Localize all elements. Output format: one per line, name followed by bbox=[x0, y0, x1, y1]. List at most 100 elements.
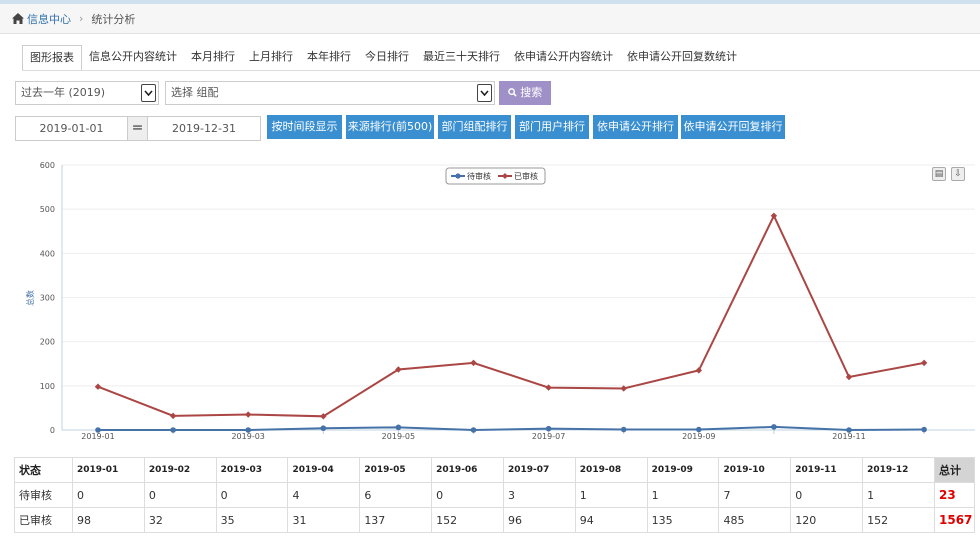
month-header: 2019-03 bbox=[215, 457, 289, 483]
data-point bbox=[470, 427, 477, 433]
row-total: 23 bbox=[934, 482, 975, 508]
table-cell: 98 bbox=[72, 507, 145, 533]
breadcrumb-current: 统计分析 bbox=[91, 12, 136, 26]
x-tick-label: 2019-09 bbox=[682, 432, 715, 441]
legend-label-approved: 已审核 bbox=[514, 171, 538, 181]
print-icon[interactable]: ▤ bbox=[932, 167, 946, 181]
start-date-input[interactable]: 2019-01-01 bbox=[15, 116, 128, 141]
table-row: 待审核 0 0 0 4 6 0 3 1 1 7 0 1 23 bbox=[14, 482, 975, 508]
table-cell: 3 bbox=[502, 482, 576, 508]
row-label: 已审核 bbox=[14, 507, 73, 533]
tab-today[interactable]: 今日排行 bbox=[358, 45, 416, 71]
table-cell: 1 bbox=[646, 482, 720, 508]
table-cell: 1 bbox=[862, 482, 935, 508]
department-group-ranking-button[interactable]: 部门组配排行 bbox=[438, 115, 511, 139]
request-reply-ranking-button[interactable]: 依申请公开回复排行 bbox=[681, 115, 785, 139]
month-header: 2019-07 bbox=[502, 457, 576, 483]
data-point bbox=[170, 427, 176, 433]
data-point bbox=[169, 412, 177, 420]
department-user-ranking-button[interactable]: 部门用户排行 bbox=[515, 115, 589, 139]
y-tick-label: 600 bbox=[40, 161, 55, 170]
report-tabs: 图形报表 信息公开内容统计 本月排行 上月排行 本年排行 今日排行 最近三十天排… bbox=[22, 45, 744, 71]
month-header: 2019-08 bbox=[574, 457, 648, 483]
search-icon bbox=[507, 88, 517, 97]
table-cell: 485 bbox=[718, 507, 792, 533]
date-range-separator: = bbox=[127, 116, 148, 141]
row-label: 待审核 bbox=[14, 482, 73, 508]
data-point bbox=[94, 383, 102, 390]
table-cell: 6 bbox=[359, 482, 433, 508]
data-point bbox=[95, 427, 101, 433]
row-total: 1567 bbox=[934, 507, 975, 533]
group-select[interactable]: 选择 组配 bbox=[165, 81, 495, 105]
data-point bbox=[845, 373, 853, 381]
data-point bbox=[771, 424, 777, 430]
y-tick-label: 0 bbox=[50, 426, 55, 435]
period-select[interactable]: 过去一年 (2019) bbox=[15, 81, 159, 105]
tab-last-30-days[interactable]: 最近三十天排行 bbox=[416, 45, 507, 71]
table-cell: 0 bbox=[72, 482, 145, 508]
download-icon[interactable]: ⇩ bbox=[951, 167, 965, 181]
tab-last-month[interactable]: 上月排行 bbox=[242, 45, 300, 71]
data-point bbox=[695, 367, 702, 374]
data-point bbox=[920, 359, 928, 367]
table-cell: 1 bbox=[574, 482, 648, 508]
tab-this-year[interactable]: 本年排行 bbox=[300, 45, 358, 71]
table-header-row: 状态 2019-01 2019-02 2019-03 2019-04 2019-… bbox=[14, 457, 975, 483]
month-header: 2019-02 bbox=[143, 457, 217, 483]
table-cell: 152 bbox=[862, 507, 935, 533]
search-button-label: 搜索 bbox=[520, 86, 543, 99]
x-tick-label: 2019-05 bbox=[382, 432, 415, 441]
group-select-placeholder: 选择 组配 bbox=[171, 86, 219, 99]
x-tick-label: 2019-11 bbox=[832, 432, 865, 441]
y-tick-label: 500 bbox=[40, 205, 55, 214]
data-point bbox=[770, 212, 778, 219]
breadcrumb-chevron-icon: › bbox=[79, 12, 84, 25]
table-cell: 96 bbox=[502, 507, 576, 533]
x-tick-label: 2019-03 bbox=[231, 432, 264, 441]
data-point bbox=[245, 411, 252, 418]
x-tick-label: 2019-01 bbox=[81, 432, 114, 441]
request-ranking-button[interactable]: 依申请公开排行 bbox=[593, 115, 678, 139]
table-cell: 137 bbox=[359, 507, 433, 533]
legend-label-pending: 待审核 bbox=[467, 171, 491, 181]
tab-content-stats[interactable]: 信息公开内容统计 bbox=[82, 45, 184, 71]
legend-marker-pending bbox=[455, 173, 461, 179]
chevron-down-icon bbox=[477, 84, 492, 102]
search-button[interactable]: 搜索 bbox=[499, 81, 551, 105]
tab-chart-report[interactable]: 图形报表 bbox=[22, 45, 82, 71]
table-cell: 120 bbox=[790, 507, 864, 533]
source-ranking-button[interactable]: 来源排行(前500) bbox=[346, 115, 434, 139]
month-header: 2019-09 bbox=[646, 457, 720, 483]
breadcrumb-home-link[interactable]: 信息中心 bbox=[27, 11, 71, 27]
month-header: 2019-04 bbox=[287, 457, 361, 483]
table-cell: 0 bbox=[431, 482, 504, 508]
status-header: 状态 bbox=[14, 457, 73, 483]
tab-divider bbox=[22, 70, 980, 71]
tab-this-month[interactable]: 本月排行 bbox=[184, 45, 242, 71]
y-axis-title: 总数 bbox=[25, 290, 35, 306]
month-header: 2019-12 bbox=[862, 457, 935, 483]
tab-request-reply-stats[interactable]: 依申请公开回复数统计 bbox=[620, 45, 744, 71]
month-header: 2019-06 bbox=[431, 457, 504, 483]
table-cell: 7 bbox=[718, 482, 792, 508]
table-row: 已审核 98 32 35 31 137 152 96 94 135 485 12… bbox=[14, 507, 975, 533]
statistics-table: 状态 2019-01 2019-02 2019-03 2019-04 2019-… bbox=[14, 457, 975, 533]
data-point bbox=[245, 427, 251, 433]
end-date-input[interactable]: 2019-12-31 bbox=[147, 116, 261, 141]
total-header: 总计 bbox=[934, 457, 975, 483]
statistics-line-chart: 0 100 200 300 400 500 600 总数 2019-01 2019-03 2019-… bbox=[25, 161, 975, 441]
table-cell: 0 bbox=[215, 482, 289, 508]
chevron-down-icon bbox=[141, 84, 156, 102]
data-point bbox=[620, 426, 627, 433]
y-tick-label: 300 bbox=[40, 294, 55, 303]
table-cell: 0 bbox=[790, 482, 864, 508]
show-by-period-button[interactable]: 按时间段显示 bbox=[267, 115, 342, 139]
y-tick-label: 100 bbox=[40, 382, 55, 391]
table-cell: 4 bbox=[287, 482, 361, 508]
month-header: 2019-05 bbox=[359, 457, 433, 483]
breadcrumb: 信息中心 › 统计分析 bbox=[0, 4, 980, 34]
data-point bbox=[395, 424, 402, 431]
tab-request-content-stats[interactable]: 依申请公开内容统计 bbox=[507, 45, 620, 71]
y-tick-label: 200 bbox=[40, 338, 55, 347]
